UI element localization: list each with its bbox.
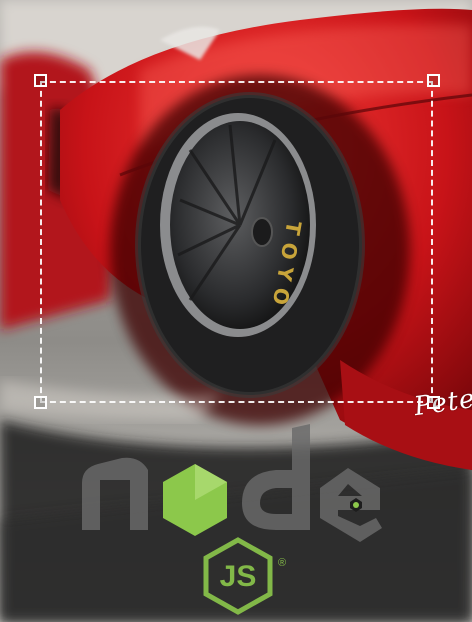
nodejs-logo-icon: JS ® node xyxy=(70,418,382,615)
logo-wordmark: node xyxy=(70,418,73,419)
crop-handle-top-right-icon[interactable] xyxy=(427,74,440,87)
crop-selection-box[interactable] xyxy=(40,81,433,403)
registered-mark: ® xyxy=(278,557,286,569)
crop-handle-bottom-left-icon[interactable] xyxy=(34,396,47,409)
logo-letter-n xyxy=(82,457,148,530)
logo-letter-d xyxy=(242,424,310,530)
crop-handle-bottom-right-icon[interactable] xyxy=(427,396,440,409)
js-badge-text: JS xyxy=(220,560,257,593)
crop-handle-top-left-icon[interactable] xyxy=(34,74,47,87)
